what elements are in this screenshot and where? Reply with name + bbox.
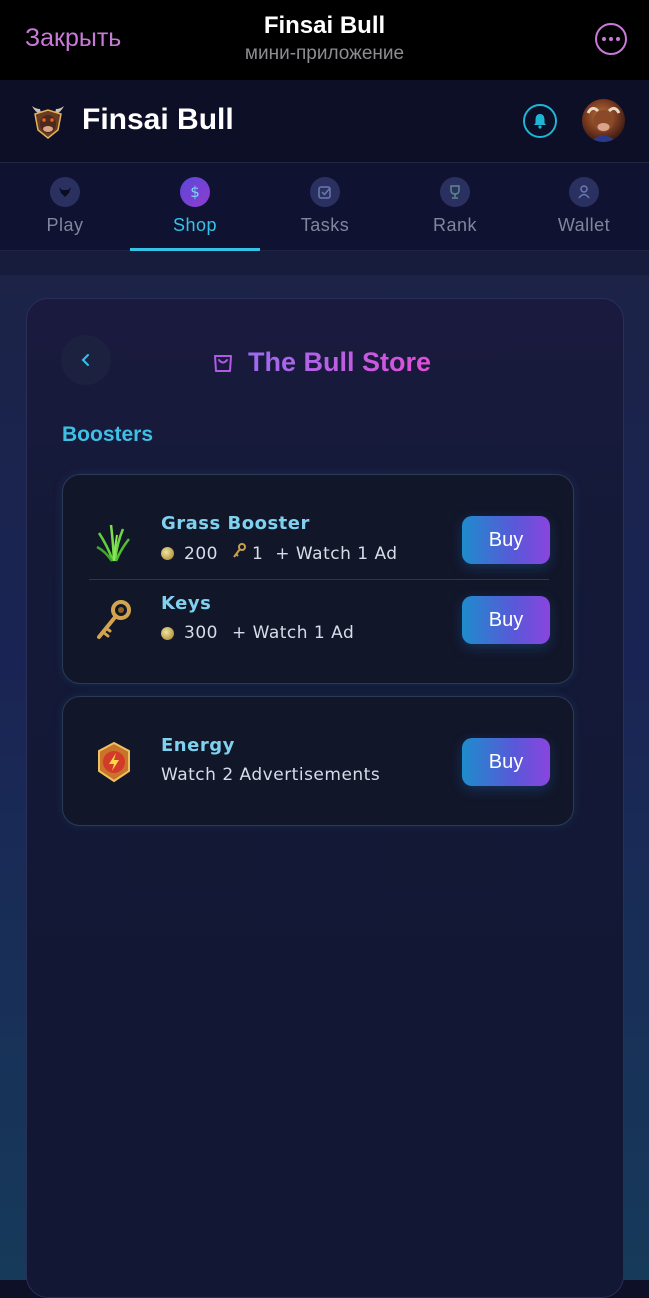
buy-button[interactable]: Buy bbox=[462, 596, 550, 644]
item-name: Keys bbox=[161, 593, 212, 614]
checkbox-icon bbox=[310, 177, 340, 207]
item-requirement: Watch 2 Advertisements bbox=[161, 765, 380, 785]
svg-text:$: $ bbox=[190, 183, 200, 201]
tab-shop[interactable]: $ Shop bbox=[130, 163, 260, 251]
store-title: The Bull Store bbox=[248, 346, 432, 377]
app-header: Finsai Bull bbox=[0, 80, 649, 163]
key-amount: 1 bbox=[251, 543, 264, 564]
item-name: Energy bbox=[161, 735, 235, 756]
chevron-left-icon bbox=[81, 354, 89, 366]
user-avatar[interactable] bbox=[582, 99, 625, 142]
section-title-boosters: Boosters bbox=[62, 423, 154, 446]
divider bbox=[89, 579, 549, 580]
buy-button[interactable]: Buy bbox=[462, 738, 550, 786]
bull-logo-icon bbox=[28, 100, 68, 140]
back-button[interactable] bbox=[61, 335, 111, 385]
more-options-icon[interactable] bbox=[595, 23, 627, 55]
energy-group: Energy Watch 2 Advertisements Buy bbox=[62, 696, 574, 826]
key-icon bbox=[91, 597, 137, 643]
user-icon bbox=[569, 177, 599, 207]
coin-icon bbox=[161, 626, 174, 640]
tab-label: Wallet bbox=[557, 215, 611, 235]
miniapp-subtitle: мини-приложение bbox=[244, 43, 405, 64]
list-item-grass-booster: Grass Booster 200 1 + Watch 1 Ad Buy bbox=[63, 501, 575, 581]
tab-rank[interactable]: Rank bbox=[390, 163, 520, 251]
key-icon bbox=[232, 543, 246, 564]
dollar-icon: $ bbox=[180, 177, 210, 207]
ad-requirement: + Watch 1 Ad bbox=[231, 623, 355, 643]
store-heading: The Bull Store bbox=[210, 344, 431, 380]
coin-icon bbox=[161, 547, 174, 560]
bull-icon bbox=[50, 177, 80, 207]
item-cost: 200 1 + Watch 1 Ad bbox=[161, 543, 398, 564]
content-strip bbox=[0, 251, 649, 275]
ad-requirement: Watch 2 Advertisements bbox=[161, 765, 381, 785]
notification-bell-icon[interactable] bbox=[523, 104, 557, 138]
buy-button[interactable]: Buy bbox=[462, 516, 550, 564]
grass-icon bbox=[91, 517, 137, 563]
list-item-energy: Energy Watch 2 Advertisements Buy bbox=[63, 723, 575, 803]
telegram-bar: Закрыть Finsai Bull мини-приложение bbox=[0, 0, 649, 80]
shopping-bag-icon bbox=[214, 355, 232, 372]
tab-label: Rank bbox=[432, 215, 478, 235]
tab-label: Play bbox=[46, 215, 84, 235]
tab-play[interactable]: Play bbox=[0, 163, 130, 251]
app-title: Finsai Bull bbox=[82, 103, 234, 136]
item-cost: 300 + Watch 1 Ad bbox=[161, 623, 354, 643]
list-item-keys: Keys 300 + Watch 1 Ad Buy bbox=[63, 581, 575, 661]
miniapp-title: Finsai Bull bbox=[263, 12, 386, 39]
tab-wallet[interactable]: Wallet bbox=[519, 163, 649, 251]
coin-amount: 200 bbox=[184, 543, 218, 564]
energy-bolt-icon bbox=[91, 739, 137, 785]
coin-amount: 300 bbox=[184, 623, 218, 643]
tab-tasks[interactable]: Tasks bbox=[260, 163, 390, 251]
tab-label: Shop bbox=[172, 215, 218, 235]
tab-label: Tasks bbox=[300, 215, 350, 235]
trophy-icon bbox=[440, 177, 470, 207]
ad-requirement: + Watch 1 Ad bbox=[275, 543, 398, 564]
item-name: Grass Booster bbox=[161, 513, 310, 534]
nav-tabs: Play $ Shop Tasks Rank Wallet bbox=[0, 163, 649, 251]
booster-group: Grass Booster 200 1 + Watch 1 Ad Buy Key… bbox=[62, 474, 574, 684]
